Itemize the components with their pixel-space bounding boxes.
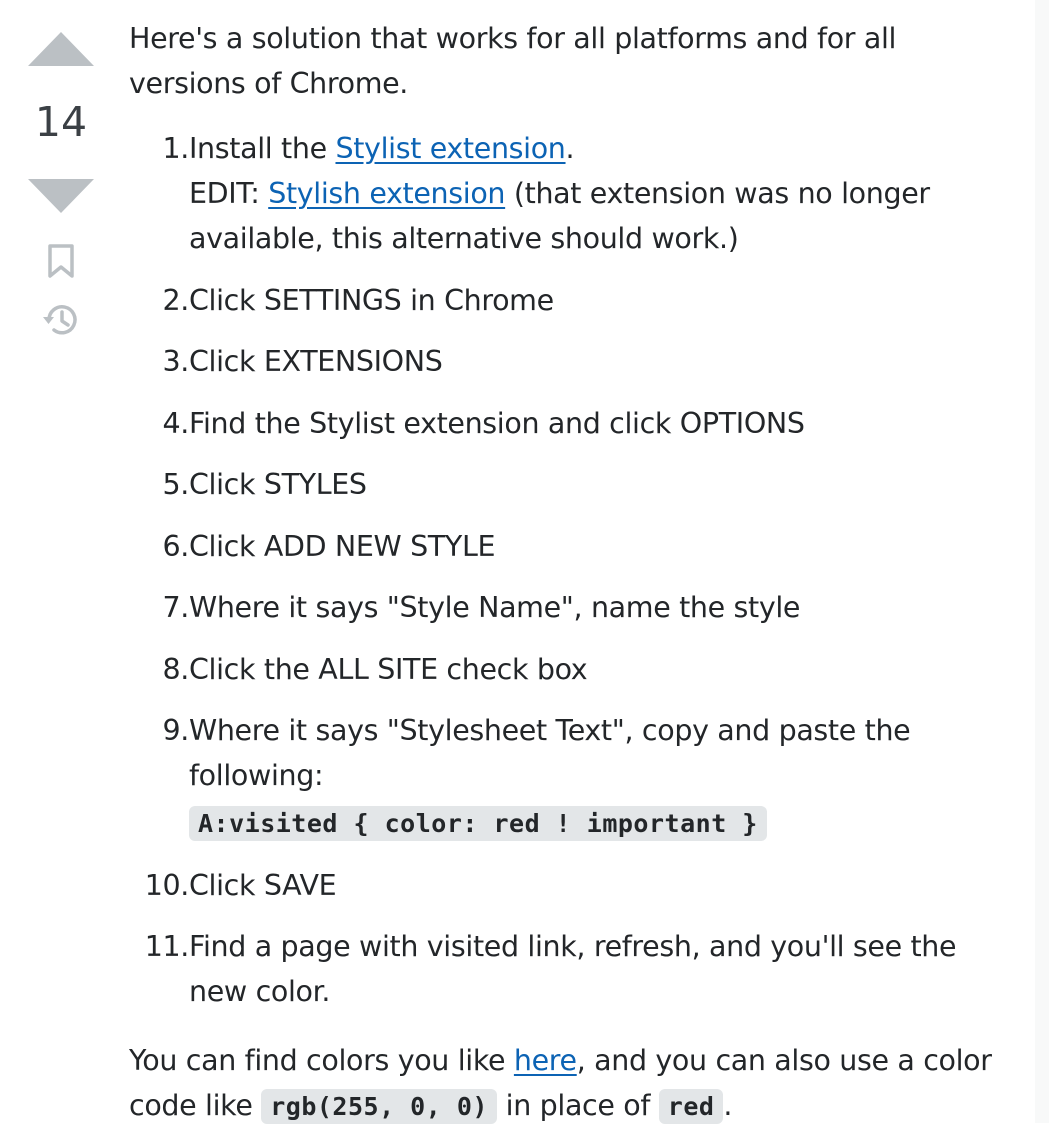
list-number: 1. [162,132,190,165]
step-text: Where it says "Style Name", name the sty… [189,591,801,624]
stylish-extension-link[interactable]: Stylish extension [268,177,505,210]
list-number: 11. [144,930,190,963]
outro-paragraph: You can find colors you like here, and y… [129,1038,1009,1129]
list-item: 1. Install the Stylist extension. EDIT: … [129,126,1009,261]
bookmark-icon[interactable] [46,244,76,278]
step-text: Click STYLES [189,468,367,501]
stylist-extension-link[interactable]: Stylist extension [335,132,565,165]
intro-paragraph: Here's a solution that works for all pla… [129,22,897,100]
scroll-gutter [1035,0,1049,1123]
list-number: 5. [162,468,190,501]
outro-text: in place of [496,1089,659,1122]
list-number: 10. [144,868,190,902]
list-item: 4. Find the Stylist extension and click … [129,401,1009,446]
step-text: Click the ALL SITE check box [189,652,588,686]
list-number: 7. [162,591,190,624]
rgb-code-snippet: rgb(255, 0, 0) [261,1089,497,1124]
list-item: 8. Click the ALL SITE check box [129,647,1009,692]
step-text: Find a page with visited link, refresh, … [189,930,957,1008]
step-text: Where it says "Stylesheet Text", copy an… [189,714,911,792]
list-item: 5. Click STYLES [129,462,1009,507]
list-item: 10. Click SAVE [129,863,1009,908]
list-number: 2. [162,283,190,317]
list-item: 11. Find a page with visited link, refre… [129,924,1009,1014]
list-number: 9. [162,714,190,747]
list-item: 3. Click EXTENSIONS [129,339,1009,384]
step-text: Install the [189,132,336,165]
upvote-icon[interactable] [28,32,94,66]
colors-here-link[interactable]: here [514,1044,577,1077]
edit-label: EDIT: [189,177,269,210]
list-number: 6. [162,529,190,563]
outro-text: . [723,1089,733,1122]
list-item: 6. Click ADD NEW STYLE [129,524,1009,569]
step-text: Click SAVE [189,868,337,902]
list-item: 7. Where it says "Style Name", name the … [129,585,1009,630]
steps-list: 1. Install the Stylist extension. EDIT: … [129,126,1009,1014]
step-suffix: . [565,132,575,165]
list-item: 2. Click SETTINGS in Chrome [129,278,1009,323]
step-text: Click ADD NEW STYLE [189,529,496,563]
vote-score: 14 [34,98,88,146]
step-text: Click SETTINGS in Chrome [189,283,554,317]
list-number: 3. [162,345,190,378]
step-text: Click EXTENSIONS [189,345,443,378]
downvote-icon[interactable] [28,179,94,213]
outro-text: You can find colors you like [129,1044,514,1077]
red-code-snippet: red [658,1089,724,1124]
list-number: 8. [162,652,190,686]
vote-column: 14 [0,0,122,400]
list-number: 4. [162,406,190,440]
history-icon[interactable] [40,300,80,340]
list-item: 9. Where it says "Stylesheet Text", copy… [129,708,1009,846]
answer-body: Here's a solution that works for all pla… [129,16,1009,1129]
css-code-snippet: A:visited { color: red ! important } [189,806,767,841]
step-text: Find the Stylist extension and click OPT… [189,406,805,440]
